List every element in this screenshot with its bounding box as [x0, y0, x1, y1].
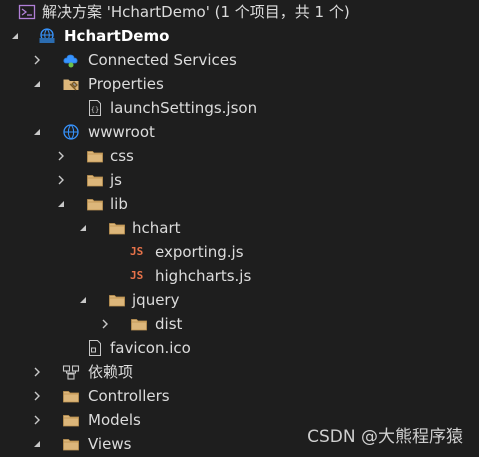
- project-icon: [38, 27, 56, 45]
- controllers-label: Controllers: [88, 387, 170, 405]
- chevron-down-icon[interactable]: [77, 294, 89, 306]
- tree-row-connected-services[interactable]: Connected Services: [0, 48, 479, 72]
- folder-icon: [86, 171, 104, 189]
- tree-row-lib[interactable]: lib: [0, 192, 479, 216]
- tree-row-js[interactable]: js: [0, 168, 479, 192]
- chevron-right-icon[interactable]: [99, 318, 111, 330]
- dist-label: dist: [155, 315, 183, 333]
- watermark: CSDN @大熊程序猿: [307, 427, 463, 447]
- tree-row-favicon[interactable]: favicon.ico: [0, 336, 479, 360]
- json-file-icon: {}: [86, 99, 104, 117]
- js-label: js: [110, 171, 122, 189]
- chevron-right-icon[interactable]: [31, 414, 43, 426]
- folder-icon: [62, 411, 80, 429]
- favicon-label: favicon.ico: [110, 339, 191, 357]
- lib-label: lib: [110, 195, 128, 213]
- chevron-down-icon[interactable]: [31, 126, 43, 138]
- tree-row-dependencies[interactable]: 依赖项: [0, 360, 479, 384]
- chevron-right-icon[interactable]: [31, 366, 43, 378]
- tree-row-wwwroot[interactable]: wwwroot: [0, 120, 479, 144]
- folder-icon: [62, 387, 80, 405]
- css-label: css: [110, 147, 134, 165]
- tree-row-css[interactable]: css: [0, 144, 479, 168]
- chevron-right-icon[interactable]: [55, 150, 67, 162]
- exporting-label: exporting.js: [155, 243, 244, 261]
- folder-icon: [86, 195, 104, 213]
- properties-label: Properties: [88, 75, 164, 93]
- chevron-down-icon[interactable]: [31, 438, 43, 450]
- hchart-label: hchart: [132, 219, 181, 237]
- launch-settings-label: launchSettings.json: [110, 99, 258, 117]
- project-label: HchartDemo: [64, 27, 170, 45]
- chevron-down-icon[interactable]: [77, 222, 89, 234]
- connected-services-icon: [62, 51, 80, 69]
- chevron-down-icon[interactable]: [31, 78, 43, 90]
- chevron-down-icon[interactable]: [55, 198, 67, 210]
- views-label: Views: [88, 435, 132, 453]
- dependencies-label: 依赖项: [88, 363, 134, 381]
- dependencies-icon: [62, 363, 80, 381]
- tree-row-properties[interactable]: Properties: [0, 72, 479, 96]
- tree-row-exporting[interactable]: JS exporting.js: [0, 240, 479, 264]
- tree-row-launch-settings[interactable]: {} launchSettings.json: [0, 96, 479, 120]
- js-file-icon: JS: [130, 245, 144, 258]
- highcharts-label: highcharts.js: [155, 267, 252, 285]
- jquery-label: jquery: [132, 291, 180, 309]
- globe-icon: [62, 123, 80, 141]
- properties-icon: [62, 75, 80, 93]
- js-file-icon: JS: [130, 269, 144, 282]
- tree-row-project[interactable]: HchartDemo: [0, 24, 479, 48]
- svg-text:{}: {}: [91, 106, 99, 114]
- tree-row-hchart[interactable]: hchart: [0, 216, 479, 240]
- folder-icon: [108, 219, 126, 237]
- folder-icon: [108, 291, 126, 309]
- folder-icon: [86, 147, 104, 165]
- tree-row-solution[interactable]: 解决方案 'HchartDemo' (1 个项目，共 1 个): [0, 0, 479, 24]
- connected-services-label: Connected Services: [88, 51, 237, 69]
- tree-row-jquery[interactable]: jquery: [0, 288, 479, 312]
- chevron-right-icon[interactable]: [55, 174, 67, 186]
- folder-icon: [130, 315, 148, 333]
- solution-label: 解决方案 'HchartDemo' (1 个项目，共 1 个): [42, 3, 350, 21]
- tree-row-highcharts[interactable]: JS highcharts.js: [0, 264, 479, 288]
- models-label: Models: [88, 411, 141, 429]
- chevron-right-icon[interactable]: [31, 54, 43, 66]
- solution-icon: [18, 3, 36, 21]
- chevron-right-icon[interactable]: [31, 390, 43, 402]
- tree-row-controllers[interactable]: Controllers: [0, 384, 479, 408]
- folder-icon: [62, 435, 80, 453]
- chevron-down-icon[interactable]: [9, 30, 21, 42]
- tree-row-dist[interactable]: dist: [0, 312, 479, 336]
- image-file-icon: [86, 339, 104, 357]
- wwwroot-label: wwwroot: [88, 123, 155, 141]
